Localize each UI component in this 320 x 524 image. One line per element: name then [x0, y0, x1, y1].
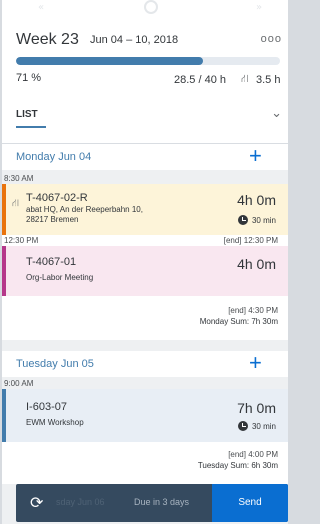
travel-icon: ⛙: [241, 73, 249, 85]
travel-hours: 3.5 h: [256, 74, 281, 86]
time-entry[interactable]: T-4067-01 Org-Labor Meeting 4h 0m: [2, 246, 288, 296]
entry-code: I-603-07: [26, 401, 67, 413]
add-entry-button[interactable]: +: [249, 351, 262, 375]
entry-code: T-4067-01: [26, 256, 77, 268]
footer-behind-text: sday Jun 06: [56, 497, 105, 507]
more-options-icon[interactable]: ooo: [261, 33, 282, 45]
entry-start-time: 12:30 PM: [4, 236, 39, 245]
day-sum: Tuesday Sum: 6h 30m: [197, 461, 278, 470]
send-button[interactable]: Send: [212, 484, 288, 522]
watermark-center: [144, 0, 158, 14]
tab-list-underline: [16, 126, 46, 128]
entry-break: 30 min: [237, 215, 276, 225]
timesheet-app: « » Week 23 Jun 04 – 10, 2018 ooo 71 % 2…: [2, 0, 288, 524]
progress-percent: 71 %: [16, 72, 42, 84]
day-sum-area: [end] 4:30 PM Monday Sum: 7h 30m: [2, 296, 288, 340]
week-header: « » Week 23 Jun 04 – 10, 2018 ooo 71 % 2…: [2, 0, 288, 144]
entry-duration: 7h 0m: [237, 400, 276, 416]
entry-location-line2: 28217 Bremen: [26, 215, 79, 224]
watermark-right: »: [256, 2, 263, 13]
hours-summary: 28.5 / 40 h: [174, 74, 226, 86]
day-label: Tuesday Jun 05: [16, 358, 94, 370]
refresh-icon[interactable]: ⟳: [30, 493, 43, 513]
add-entry-button[interactable]: +: [249, 144, 262, 168]
week-progress-bar: [16, 57, 280, 65]
clock-icon: [237, 215, 248, 225]
entry-start-time: 9:00 AM: [4, 379, 34, 388]
clock-icon: [237, 421, 248, 431]
time-entry[interactable]: ⛙ T-4067-02-R abat HQ, An der Reeperbahn…: [2, 184, 288, 235]
entry-end-time: [end] 4:30 PM: [228, 306, 278, 315]
due-label: Due in 3 days: [134, 497, 190, 507]
entry-break: 30 min: [237, 421, 276, 431]
entry-duration: 4h 0m: [237, 192, 276, 208]
day-header-monday: Monday Jun 04 +: [2, 144, 288, 170]
submit-footer: ⟳ sday Jun 06 Due in 3 days Send: [16, 484, 288, 522]
time-entry[interactable]: I-603-07 EWM Workshop 7h 0m 30 min: [2, 389, 288, 442]
entry-description: EWM Workshop: [26, 418, 84, 427]
day-sum-area: [end] 4:00 PM Tuesday Sum: 6h 30m: [2, 442, 288, 484]
chevron-down-icon[interactable]: ⌄: [271, 105, 282, 121]
entry-location-line1: abat HQ, An der Reeperbahn 10,: [26, 205, 143, 214]
entry-duration: 4h 0m: [237, 256, 276, 272]
entry-code: T-4067-02-R: [26, 192, 88, 204]
week-progress-fill: [16, 57, 204, 65]
day-header-tuesday: Tuesday Jun 05 +: [2, 351, 288, 377]
travel-icon: ⛙: [12, 198, 20, 209]
watermark-left: «: [38, 2, 45, 13]
entry-end-time: [end] 4:00 PM: [228, 450, 278, 459]
week-date-range: Jun 04 – 10, 2018: [90, 34, 179, 46]
entry-description: Org-Labor Meeting: [26, 273, 94, 282]
tab-list[interactable]: LIST: [16, 109, 38, 120]
entry-start-time: 8:30 AM: [4, 174, 34, 183]
day-sum: Monday Sum: 7h 30m: [199, 317, 278, 326]
week-title: Week 23: [16, 31, 79, 48]
break-duration: 30 min: [251, 216, 276, 225]
entry-separator: 12:30 PM [end] 12:30 PM: [2, 235, 288, 246]
day-label: Monday Jun 04: [16, 151, 92, 163]
break-duration: 30 min: [251, 422, 276, 431]
entry-end-time: [end] 12:30 PM: [223, 236, 278, 245]
